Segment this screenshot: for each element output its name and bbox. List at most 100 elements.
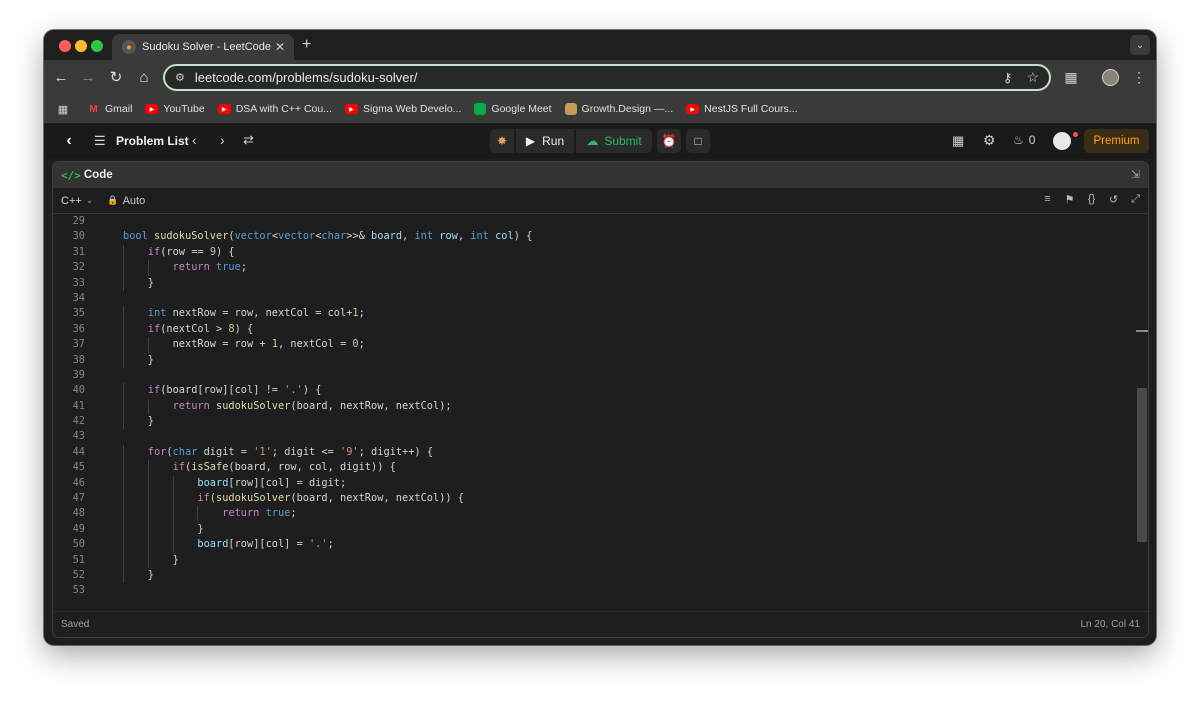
code-line[interactable]: 32 return true; [53,260,1135,276]
bookmark-nestjs[interactable]: ▶ NestJS Full Cours... [686,103,798,115]
code-token: '1' [253,445,272,458]
code-line[interactable]: 33} [53,275,1135,291]
bookmark-growth-design[interactable]: Growth.Design —... [564,103,673,115]
notes-icon[interactable]: □ [686,129,710,153]
code-line[interactable]: 38} [53,352,1135,368]
code-line[interactable]: 29 [53,214,1135,229]
indent-guide [147,521,149,538]
new-tab-icon[interactable]: + [302,36,311,54]
address-bar[interactable]: ⚙ leetcode.com/problems/sudoku-solver/ ⚷… [163,64,1051,91]
bookmark-youtube[interactable]: ▶ YouTube [145,103,205,115]
minimize-window-button[interactable] [75,40,87,52]
home-icon[interactable]: ⌂ [134,67,154,87]
code-token: ) { [302,384,322,397]
next-problem-chevron-icon[interactable]: › [220,132,225,148]
cursor-position: Ln 20, Col 41 [1080,619,1141,630]
code-line[interactable]: 46 board[row][col] = digit; [53,475,1135,492]
bookmark-dsa-cpp[interactable]: ▶ DSA with C++ Cou... [217,103,332,115]
leetcode-navbar: ‹ ☰ Problem List ‹ › ⇄ ✸ ▶ Run ☁ Submit ⏰ … [44,123,1156,159]
extensions-puzzle-icon[interactable]: ▦ [1061,67,1081,87]
code-line[interactable]: 51} [53,552,1135,568]
panel-title: Code [83,169,113,181]
user-avatar[interactable] [1053,132,1071,150]
format-code-icon[interactable]: ≡ [1041,193,1054,206]
submit-label: Submit [604,134,642,148]
code-line[interactable]: 37 nextRow = row + 1, nextCol = 0; [53,337,1135,353]
collapse-panel-icon[interactable]: ⇲ [1131,168,1140,181]
code-token: (board, nextRow, nextCol); [290,399,452,412]
problem-list-link[interactable]: Problem List [116,134,189,148]
premium-button[interactable]: Premium [1084,129,1149,153]
reset-code-icon[interactable]: ↺ [1107,193,1120,206]
url-text[interactable]: leetcode.com/problems/sudoku-solver/ [195,70,1003,85]
code-token: } [147,568,154,581]
apps-grid-icon[interactable]: ▦ [56,102,70,116]
submit-button[interactable]: ☁ Submit [576,129,652,153]
run-label: Run [542,134,565,148]
code-token: board [197,538,229,551]
run-button[interactable]: ▶ Run [516,129,574,153]
code-line[interactable]: 47 if(sudokuSolver(board, nextRow, nextCo… [53,491,1135,507]
tab-sudoku-solver[interactable]: ● Sudoku Solver - LeetCode ✕ [112,34,294,60]
code-line[interactable]: 50 board[row][col] = '.'; [53,537,1135,553]
code-token: ; [358,338,365,351]
code-line[interactable]: 48 return true; [53,506,1135,522]
braces-icon[interactable]: {} [1085,193,1098,206]
code-line[interactable]: 43 [53,429,1135,444]
bookmark-gmail[interactable]: M Gmail [87,103,132,115]
code-line[interactable]: 31 if(row == 9) { [53,244,1135,261]
editor-scrollbar[interactable] [1136,214,1148,613]
code-line[interactable]: 52} [53,567,1135,584]
code-editor[interactable]: 29 30 bool sudokuSolver(vector<vector<char… [53,214,1135,613]
code-line[interactable]: 41 return sudokuSolver(board, nextRow, ne… [53,398,1135,415]
bookmark-label: Gmail [105,103,133,115]
bookmark-sigma-web[interactable]: ▶ Sigma Web Develo... [344,103,461,115]
code-line[interactable]: 34 [53,291,1135,306]
bookmark-icon[interactable]: ⚑ [1063,193,1076,206]
indent-guide [147,337,149,353]
indent-guide [147,506,149,522]
code-line[interactable]: 35 int nextRow = row, nextCol = col+1; [53,306,1135,322]
profile-avatar[interactable] [1102,69,1119,86]
maximize-window-button[interactable] [91,40,103,52]
code-line[interactable]: 39 [53,368,1135,383]
settings-gear-icon[interactable]: ⚙ [983,132,996,149]
fullscreen-icon[interactable]: ⤢ [1129,193,1142,206]
leetcode-logo-icon[interactable]: ‹ [60,132,78,150]
scrollbar-thumb[interactable] [1137,388,1147,542]
timer-alarm-icon[interactable]: ⏰ [657,129,681,153]
browser-menu-icon[interactable]: ⋮ [1130,67,1148,87]
back-arrow-icon[interactable]: ← [51,67,71,87]
reload-icon[interactable]: ↻ [106,67,126,87]
close-tab-icon[interactable]: ✕ [272,40,288,54]
code-line[interactable]: 49} [53,521,1135,538]
shuffle-icon[interactable]: ⇄ [243,132,254,148]
streak-counter[interactable]: ♨ 0 [1013,133,1035,147]
code-line[interactable]: 42} [53,414,1135,430]
indent-guide [123,352,124,368]
code-line[interactable]: 40 if(board[row][col] != '.') { [53,383,1135,399]
previous-problem-chevron-icon[interactable]: ‹ [192,132,197,148]
bookmark-google-meet[interactable]: Google Meet [474,103,552,115]
forward-arrow-icon[interactable]: → [78,67,98,87]
code-line[interactable]: 36 if(nextCol > 8) { [53,321,1135,338]
debug-bug-icon[interactable]: ✸ [490,129,514,153]
bookmark-star-icon[interactable]: ☆ [1026,69,1039,86]
password-key-icon[interactable]: ⚷ [1003,70,1013,86]
code-line[interactable]: 53 [53,583,1135,598]
chevron-down-icon: ⌄ [85,195,94,205]
line-number: 30 [72,230,85,243]
code-panel-header: </> Code ⇲ [53,162,1148,188]
code-line[interactable]: 45 if(isSafe(board, row, col, digit)) { [53,460,1135,476]
problem-list-icon[interactable]: ☰ [94,133,106,149]
tab-search-chevron-icon[interactable]: ⌄ [1130,35,1150,55]
auto-mode-toggle[interactable]: 🔒 Auto [107,195,145,207]
code-token: (board, row, col, digit)) { [228,461,396,474]
code-token: for [147,445,167,458]
close-window-button[interactable] [59,40,71,52]
site-info-icon[interactable]: ⚙ [175,71,185,84]
language-select[interactable]: C++ ⌄ [61,195,93,207]
code-line[interactable]: 30 bool sudokuSolver(vector<vector<char>>… [53,229,1135,244]
code-line[interactable]: 44 for(char digit = '1'; digit <= '9'; di… [53,444,1135,461]
layout-grid-icon[interactable]: ▦ [952,133,964,149]
